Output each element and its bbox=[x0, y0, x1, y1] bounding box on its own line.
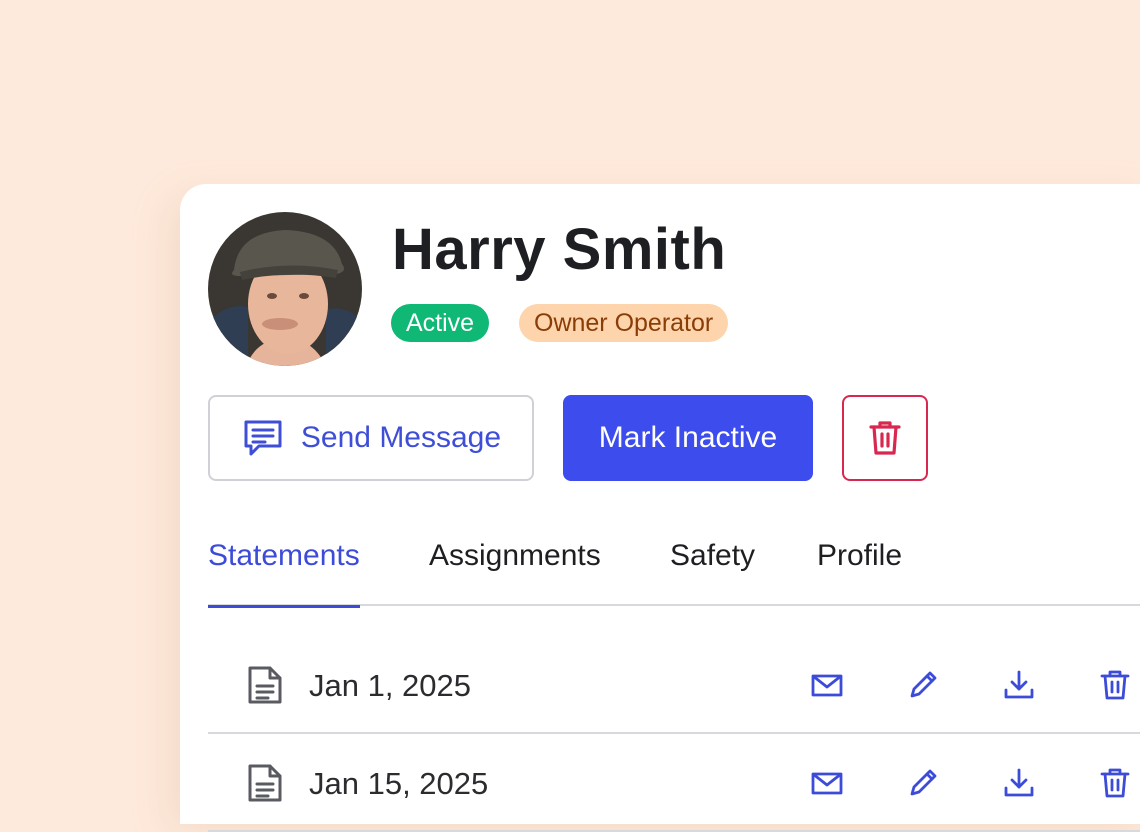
download-icon[interactable] bbox=[1002, 668, 1036, 702]
tab-safety[interactable]: Safety bbox=[670, 539, 755, 606]
delete-driver-button[interactable] bbox=[842, 395, 928, 481]
statement-date: Jan 1, 2025 bbox=[309, 668, 472, 703]
statement-row: Jan 15, 2025 bbox=[208, 736, 1140, 832]
status-badge: Active bbox=[391, 304, 490, 342]
trash-icon[interactable] bbox=[1098, 766, 1132, 800]
send-message-button[interactable]: Send Message bbox=[208, 395, 534, 481]
tab-assignments[interactable]: Assignments bbox=[429, 539, 601, 606]
tab-statements[interactable]: Statements bbox=[208, 539, 360, 608]
message-square-icon bbox=[244, 420, 282, 456]
avatar bbox=[208, 212, 362, 366]
mark-inactive-label: Mark Inactive bbox=[598, 421, 778, 454]
document-icon bbox=[248, 666, 282, 704]
pencil-icon[interactable] bbox=[906, 766, 940, 800]
mail-icon[interactable] bbox=[810, 668, 844, 702]
tab-profile[interactable]: Profile bbox=[817, 539, 902, 606]
download-icon[interactable] bbox=[1002, 766, 1036, 800]
trash-icon bbox=[869, 421, 901, 455]
driver-name: Harry Smith bbox=[392, 217, 727, 282]
mail-icon[interactable] bbox=[810, 766, 844, 800]
statement-row: Jan 1, 2025 bbox=[208, 638, 1140, 734]
mark-inactive-button[interactable]: Mark Inactive bbox=[563, 395, 813, 481]
tab-bar: Statements Assignments Safety Profile bbox=[208, 539, 1140, 608]
send-message-label: Send Message bbox=[300, 421, 502, 454]
role-badge: Owner Operator bbox=[519, 304, 729, 342]
driver-profile-card: Harry Smith Active Owner Operator Send M… bbox=[180, 184, 1140, 832]
document-icon bbox=[248, 764, 282, 802]
statement-date: Jan 15, 2025 bbox=[309, 766, 489, 801]
pencil-icon[interactable] bbox=[906, 668, 940, 702]
trash-icon[interactable] bbox=[1098, 668, 1132, 702]
